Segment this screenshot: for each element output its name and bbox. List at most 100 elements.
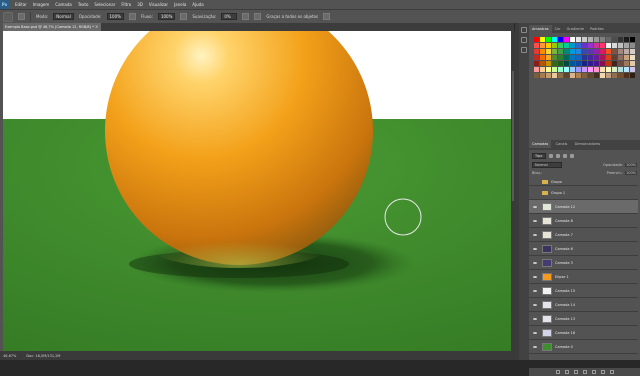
color-swatch[interactable] xyxy=(576,43,581,48)
color-swatch[interactable] xyxy=(630,61,635,66)
color-swatch[interactable] xyxy=(612,61,617,66)
color-swatch[interactable] xyxy=(618,37,623,42)
color-swatch[interactable] xyxy=(558,49,563,54)
menu-item-imagem[interactable]: Imagem xyxy=(30,2,52,7)
delete-layer-icon[interactable] xyxy=(609,370,614,374)
tab-padroes[interactable]: Padrões xyxy=(587,25,607,33)
color-swatch[interactable] xyxy=(594,43,599,48)
color-swatch[interactable] xyxy=(540,55,545,60)
color-swatch[interactable] xyxy=(570,37,575,42)
filter-adjustment-icon[interactable] xyxy=(556,154,560,158)
color-swatch[interactable] xyxy=(618,49,623,54)
airbrush-icon[interactable] xyxy=(180,13,188,20)
color-swatch[interactable] xyxy=(558,55,563,60)
properties-icon[interactable] xyxy=(521,37,527,43)
color-swatch[interactable] xyxy=(630,37,635,42)
filter-type-icon[interactable] xyxy=(563,154,567,158)
color-swatch[interactable] xyxy=(630,43,635,48)
color-swatch[interactable] xyxy=(552,55,557,60)
color-swatch[interactable] xyxy=(618,73,623,78)
color-swatch[interactable] xyxy=(546,67,551,72)
layer-row[interactable]: Camada 15 xyxy=(529,284,638,298)
color-swatch[interactable] xyxy=(552,67,557,72)
color-swatch[interactable] xyxy=(624,73,629,78)
color-swatch[interactable] xyxy=(618,43,623,48)
color-swatch[interactable] xyxy=(564,73,569,78)
color-swatch[interactable] xyxy=(546,49,551,54)
color-swatch[interactable] xyxy=(570,73,575,78)
menu-item-filtro[interactable]: Filtro xyxy=(118,2,134,7)
link-layers-icon[interactable] xyxy=(555,370,560,374)
brush-settings-icon[interactable] xyxy=(521,47,527,53)
color-swatch[interactable] xyxy=(558,43,563,48)
layer-row[interactable]: Camada 16 xyxy=(529,326,638,340)
color-swatch[interactable] xyxy=(540,37,545,42)
color-swatch[interactable] xyxy=(612,55,617,60)
layer-filter-select[interactable]: Tipo xyxy=(532,153,546,159)
layer-mask-icon[interactable] xyxy=(573,370,578,374)
color-swatch[interactable] xyxy=(624,49,629,54)
color-swatch[interactable] xyxy=(606,37,611,42)
pressure-opacity-icon[interactable] xyxy=(128,13,136,20)
color-swatch[interactable] xyxy=(588,37,593,42)
color-swatch[interactable] xyxy=(546,37,551,42)
color-swatch[interactable] xyxy=(618,61,623,66)
color-swatch[interactable] xyxy=(582,49,587,54)
color-swatch[interactable] xyxy=(600,61,605,66)
visibility-eye-icon[interactable] xyxy=(531,180,539,184)
color-swatch[interactable] xyxy=(612,37,617,42)
layer-row[interactable]: Camada 7 xyxy=(529,228,638,242)
menu-item-selecionar[interactable]: Selecionar xyxy=(91,2,118,7)
color-swatch[interactable] xyxy=(630,55,635,60)
color-swatch[interactable] xyxy=(564,55,569,60)
color-swatch[interactable] xyxy=(576,67,581,72)
color-swatch[interactable] xyxy=(558,61,563,66)
adjustment-layer-icon[interactable] xyxy=(582,370,587,374)
color-swatch[interactable] xyxy=(534,67,539,72)
color-swatch[interactable] xyxy=(534,49,539,54)
color-swatch[interactable] xyxy=(606,49,611,54)
color-swatch[interactable] xyxy=(594,55,599,60)
color-swatch[interactable] xyxy=(564,49,569,54)
color-swatch[interactable] xyxy=(600,37,605,42)
color-swatch[interactable] xyxy=(540,67,545,72)
color-swatch[interactable] xyxy=(624,61,629,66)
color-swatch[interactable] xyxy=(606,43,611,48)
color-swatch[interactable] xyxy=(594,61,599,66)
sample-all-checkbox[interactable] xyxy=(254,13,262,20)
color-swatch[interactable] xyxy=(606,67,611,72)
color-swatch[interactable] xyxy=(540,61,545,66)
color-swatch[interactable] xyxy=(552,73,557,78)
mode-select[interactable]: Normal xyxy=(53,13,74,20)
layer-group-row[interactable]: Grupo 1 xyxy=(529,186,638,200)
layer-row[interactable]: Elipse 1 xyxy=(529,270,638,284)
color-swatch[interactable] xyxy=(546,73,551,78)
layer-style-icon[interactable] xyxy=(564,370,569,374)
smoothing-field[interactable]: 0% xyxy=(221,13,238,20)
tab-demarcadores[interactable]: Demarcadores xyxy=(572,140,604,148)
color-swatch[interactable] xyxy=(564,67,569,72)
color-swatch[interactable] xyxy=(618,55,623,60)
menu-item-visualizar[interactable]: Visualizar xyxy=(146,2,171,7)
color-swatch[interactable] xyxy=(570,55,575,60)
color-swatch[interactable] xyxy=(600,67,605,72)
color-swatch[interactable] xyxy=(534,55,539,60)
color-swatch[interactable] xyxy=(552,49,557,54)
color-swatch[interactable] xyxy=(624,67,629,72)
color-swatch[interactable] xyxy=(624,43,629,48)
color-swatch[interactable] xyxy=(630,67,635,72)
color-swatch[interactable] xyxy=(546,55,551,60)
color-swatch[interactable] xyxy=(618,67,623,72)
tab-camadas[interactable]: Camadas xyxy=(529,140,552,148)
color-swatch[interactable] xyxy=(576,55,581,60)
color-swatch[interactable] xyxy=(540,49,545,54)
color-swatch[interactable] xyxy=(588,55,593,60)
color-swatch[interactable] xyxy=(594,73,599,78)
color-swatch[interactable] xyxy=(588,43,593,48)
color-swatch[interactable] xyxy=(582,67,587,72)
color-swatch[interactable] xyxy=(600,49,605,54)
layer-opacity-field[interactable]: 100% xyxy=(624,163,637,167)
color-swatch[interactable] xyxy=(558,73,563,78)
color-swatch[interactable] xyxy=(558,67,563,72)
color-swatch[interactable] xyxy=(582,73,587,78)
